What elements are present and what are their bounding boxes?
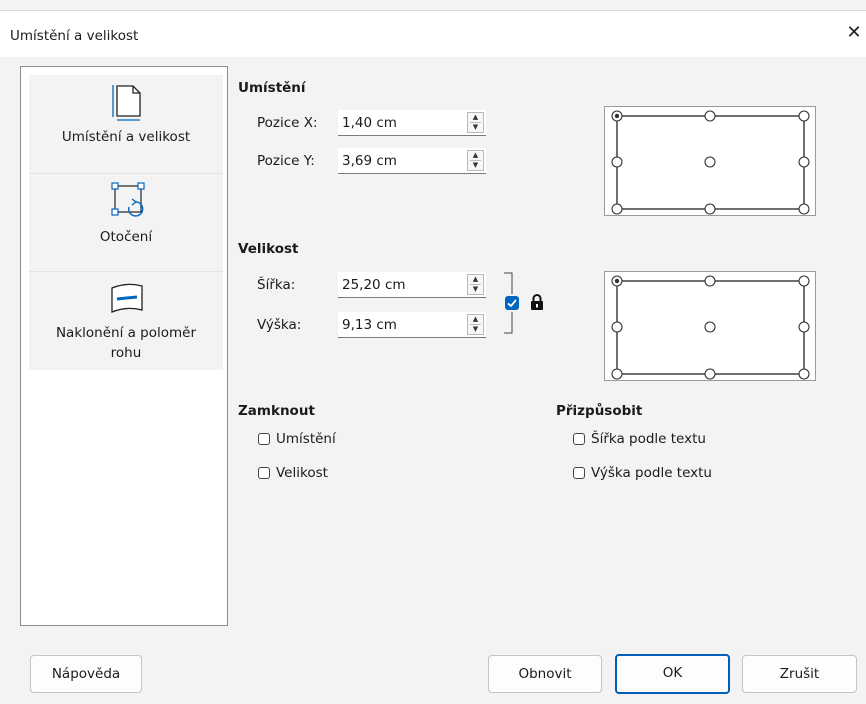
slant-icon [111, 283, 143, 313]
checkbox-label: Velikost [276, 465, 328, 481]
position-size-dialog: Umístění a velikost ✕ Umístění a velikos… [0, 0, 866, 704]
position-y-stepper[interactable]: ▲ ▼ [467, 150, 484, 171]
position-y-spinbox: ▲ ▼ [338, 148, 486, 174]
keep-ratio-checkbox[interactable] [505, 296, 519, 310]
size-section-title: Velikost [238, 241, 299, 257]
lock-position-checkbox[interactable]: Umístění [258, 431, 336, 447]
arrow-up-icon[interactable]: ▲ [468, 275, 483, 284]
height-spinbox: ▲ ▼ [338, 312, 486, 338]
position-x-spinbox: ▲ ▼ [338, 110, 486, 136]
sidebar-item-position-size[interactable]: Umístění a velikost [29, 75, 223, 173]
arrow-down-icon[interactable]: ▼ [468, 161, 483, 170]
sidebar-item-label: Otočení [99, 229, 153, 245]
width-spinbox: ▲ ▼ [338, 272, 486, 298]
rotate-icon [111, 182, 145, 217]
close-icon[interactable]: ✕ [842, 23, 866, 43]
position-x-label: Pozice X: [257, 115, 318, 131]
base-point-grid [611, 110, 810, 215]
page-position-icon [112, 85, 141, 121]
fit-section-title: Přizpůsobit [556, 403, 643, 419]
checkbox-box[interactable] [573, 467, 585, 479]
position-y-label: Pozice Y: [257, 153, 315, 169]
arrow-down-icon[interactable]: ▼ [468, 325, 483, 334]
arrow-up-icon[interactable]: ▲ [468, 113, 483, 122]
fit-height-checkbox[interactable]: Výška podle textu [573, 465, 712, 481]
position-y-input[interactable] [338, 148, 460, 173]
checkbox-label: Umístění [276, 431, 336, 447]
checkbox-box[interactable] [258, 467, 270, 479]
checkbox-label: Výška podle textu [591, 465, 712, 481]
fit-width-checkbox[interactable]: Šířka podle textu [573, 431, 706, 447]
cancel-button[interactable]: Zrušit [742, 655, 857, 693]
title-bar: Umístění a velikost ✕ [0, 10, 866, 57]
sidebar: Umístění a velikost Otočení Naklonění a … [20, 66, 228, 626]
height-input[interactable] [338, 312, 460, 337]
arrow-up-icon[interactable]: ▲ [468, 151, 483, 160]
position-section-title: Umístění [238, 80, 306, 96]
checkmark-icon [507, 299, 517, 308]
arrow-up-icon[interactable]: ▲ [468, 315, 483, 324]
sidebar-item-label: Umístění a velikost [61, 129, 191, 145]
sidebar-item-label: Naklonění a poloměr [55, 325, 197, 341]
height-label: Výška: [257, 317, 302, 333]
checkbox-label: Šířka podle textu [591, 431, 706, 447]
size-base-point-selector[interactable] [604, 271, 816, 381]
height-stepper[interactable]: ▲ ▼ [467, 314, 484, 335]
width-stepper[interactable]: ▲ ▼ [467, 274, 484, 295]
arrow-down-icon[interactable]: ▼ [468, 123, 483, 132]
arrow-down-icon[interactable]: ▼ [468, 285, 483, 294]
dialog-title: Umístění a velikost [10, 28, 139, 44]
position-x-stepper[interactable]: ▲ ▼ [467, 112, 484, 133]
width-input[interactable] [338, 272, 460, 297]
reset-button[interactable]: Obnovit [488, 655, 602, 693]
help-button[interactable]: Nápověda [30, 655, 142, 693]
sidebar-item-slant[interactable]: Naklonění a poloměr rohu [29, 272, 223, 370]
lock-size-checkbox[interactable]: Velikost [258, 465, 328, 481]
position-base-point-selector[interactable] [604, 106, 816, 216]
width-label: Šířka: [257, 277, 296, 293]
sidebar-item-label: rohu [110, 345, 142, 361]
ok-button[interactable]: OK [615, 654, 730, 694]
base-point-grid [611, 275, 810, 380]
lock-section-title: Zamknout [238, 403, 315, 419]
position-x-input[interactable] [338, 110, 460, 135]
checkbox-box[interactable] [258, 433, 270, 445]
checkbox-box[interactable] [573, 433, 585, 445]
lock-icon [531, 294, 543, 310]
sidebar-item-rotation[interactable]: Otočení [29, 174, 223, 271]
